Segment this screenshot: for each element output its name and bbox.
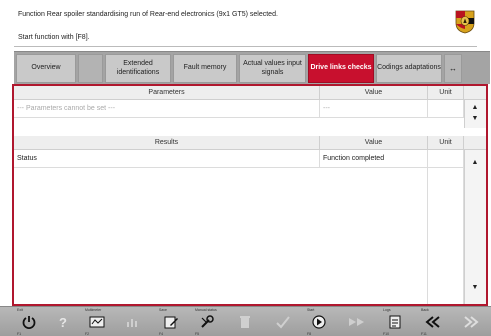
- back-icon: [425, 316, 440, 328]
- confirm-button[interactable]: [268, 308, 298, 336]
- delete-icon: [240, 316, 250, 328]
- back-button[interactable]: Back F11: [418, 308, 448, 336]
- help-button[interactable]: ?: [48, 308, 78, 336]
- header-divider: [14, 46, 477, 47]
- tab-extended-identifications[interactable]: Extended identifications: [105, 54, 171, 83]
- scroll-down-icon[interactable]: ▼: [465, 114, 485, 124]
- f1-key-label: F1: [17, 332, 22, 336]
- manual-status-button[interactable]: Manual status F5: [192, 308, 222, 336]
- empty-value-col: [320, 168, 428, 304]
- tab-codings-adaptations[interactable]: Codings adaptations: [376, 54, 442, 83]
- f8-key-label: F8: [307, 332, 312, 336]
- logs-label: Logs: [383, 308, 391, 312]
- result-value: Function completed: [320, 150, 428, 168]
- power-icon: [22, 316, 36, 329]
- parameters-header-row: Parameters Value Unit: [14, 86, 486, 100]
- result-value-col-header: Value: [320, 136, 428, 150]
- tab-blank[interactable]: [78, 54, 103, 83]
- forward-icon: [349, 318, 364, 326]
- next-button[interactable]: [456, 308, 486, 336]
- save-icon: [164, 316, 178, 329]
- exit-button[interactable]: Exit F1: [14, 308, 44, 336]
- parameters-row[interactable]: --- Parameters cannot be set --- ---: [14, 100, 464, 118]
- empty-unit-col: [428, 168, 464, 304]
- porsche-crest-logo: [455, 10, 475, 34]
- result-unit: [428, 150, 464, 168]
- value-col-header: Value: [320, 86, 428, 100]
- results-row[interactable]: Status Function completed: [14, 150, 464, 168]
- forward-button[interactable]: [342, 308, 372, 336]
- multimeter-icon: [89, 316, 105, 328]
- start-button[interactable]: Start F8: [304, 308, 334, 336]
- start-label: Start: [307, 308, 315, 312]
- f11-key-label: F11: [421, 332, 427, 336]
- results-scrollbar[interactable]: ▲ ▼: [464, 150, 486, 304]
- parameter-name: --- Parameters cannot be set ---: [14, 100, 320, 118]
- tab-drive-links-checks[interactable]: Drive links checks: [308, 54, 374, 83]
- tab-overview[interactable]: Overview: [16, 54, 76, 83]
- save-button[interactable]: Save F4: [156, 308, 186, 336]
- scroll-up-icon[interactable]: ▲: [465, 103, 485, 113]
- scroll-down-icon[interactable]: ▼: [465, 283, 485, 293]
- back-label: Back: [421, 308, 429, 312]
- parameters-col-header: Parameters: [14, 86, 320, 100]
- logs-button[interactable]: Logs F10: [380, 308, 410, 336]
- tab-bar: Overview Extended identifications Fault …: [14, 51, 490, 84]
- unit-col-header: Unit: [428, 86, 464, 100]
- parameter-unit: [428, 100, 464, 118]
- scroll-up-icon[interactable]: ▲: [465, 158, 485, 168]
- parameters-scrollbar[interactable]: ▲ ▼: [464, 100, 486, 128]
- next-icon: [464, 316, 479, 328]
- parameter-value: ---: [320, 100, 428, 118]
- tick-icon: [276, 316, 290, 329]
- help-icon: ?: [59, 314, 67, 330]
- exit-label: Exit: [17, 308, 23, 312]
- function-key-bar: Exit F1 ? Multimeter F2 Save F4 Manual s…: [0, 306, 491, 336]
- f5-key-label: F5: [195, 332, 200, 336]
- tab-fault-memory[interactable]: Fault memory: [173, 54, 237, 83]
- start-icon: [312, 315, 326, 329]
- f2-key-label: F2: [85, 332, 90, 336]
- multimeter-label: Multimeter: [85, 308, 102, 312]
- doc-icon: [389, 315, 401, 329]
- main-panel: Parameters Value Unit --- Parameters can…: [12, 84, 488, 306]
- header: Function Rear spoiler standardising run …: [0, 0, 491, 49]
- result-name: Status: [14, 150, 320, 168]
- function-description: Function Rear spoiler standardising run …: [18, 11, 278, 18]
- f4-key-label: F4: [159, 332, 164, 336]
- save-label: Save: [159, 308, 167, 312]
- chart-button[interactable]: [118, 308, 148, 336]
- wrench-icon: [201, 315, 214, 328]
- results-header-row: Results Value Unit: [14, 136, 486, 150]
- tab-more-arrow[interactable]: ↔: [444, 54, 462, 83]
- f10-key-label: F10: [383, 332, 390, 336]
- multimeter-button[interactable]: Multimeter F2: [82, 308, 112, 336]
- chart-icon: [127, 319, 137, 327]
- manual-status-label: Manual status: [195, 308, 217, 312]
- tab-actual-values[interactable]: Actual values input signals: [239, 54, 306, 83]
- results-empty-area: [14, 168, 464, 304]
- results-col-header: Results: [14, 136, 320, 150]
- result-unit-col-header: Unit: [428, 136, 464, 150]
- start-hint: Start function with [F8].: [18, 34, 90, 41]
- delete-button[interactable]: [230, 308, 260, 336]
